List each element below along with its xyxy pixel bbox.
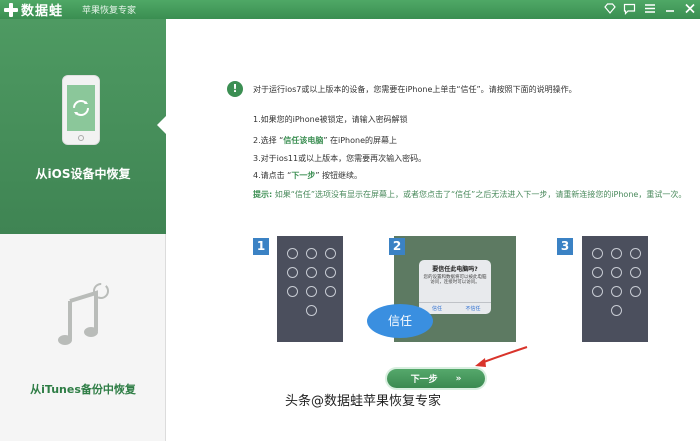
- music-refresh-icon: [58, 283, 109, 345]
- phone-refresh-icon: [62, 75, 100, 145]
- red-arrow-icon: [475, 346, 528, 367]
- step-2: 2.选择 “信任该电脑” 在iPhone的屏幕上: [253, 136, 398, 145]
- minimize-icon[interactable]: [663, 2, 676, 15]
- window-controls: [603, 2, 696, 15]
- app-logo: 数据蛙: [4, 1, 64, 19]
- app-name: 数据蛙: [21, 4, 64, 19]
- phone-screenshot-3: [582, 236, 648, 342]
- sidebar-item-label: 从iOS设备中恢复: [35, 167, 131, 181]
- step-number-badge: 1: [253, 238, 269, 255]
- title-bar: 数据蛙 苹果恢复专家: [0, 0, 700, 19]
- instruction-intro: 对于运行ios7或以上版本的设备，您需要在iPhone上单击“信任”。请按照下面…: [253, 85, 577, 94]
- exclamation-icon: !: [227, 81, 243, 97]
- watermark: 头条@数据蛙苹果恢复专家: [285, 394, 442, 409]
- tip-text: 提示: 如果“信任”选项没有显示在屏幕上，或者您点击了“信任”之后无法进入下一步…: [253, 190, 687, 199]
- step-4: 4.请点击 “下一步” 按钮继续。: [253, 171, 363, 180]
- chat-icon[interactable]: [623, 2, 636, 15]
- main-panel: ! 对于运行ios7或以上版本的设备，您需要在iPhone上单击“信任”。请按照…: [167, 19, 700, 441]
- app-subtitle: 苹果恢复专家: [82, 6, 137, 16]
- logo-cross-icon: [4, 2, 18, 17]
- next-button[interactable]: 下一步 »: [387, 369, 485, 388]
- trust-callout-bubble: 信任: [367, 304, 433, 338]
- dialog-dont-trust-button: 不信任: [465, 306, 481, 312]
- trust-dialog: 要信任此电脑吗? 您的设置和数据将可以被此电脑访问，连接时可以访问。 信任 不信…: [419, 260, 491, 314]
- step-number-badge: 2: [389, 238, 405, 255]
- close-icon[interactable]: [683, 2, 696, 15]
- menu-icon[interactable]: [643, 2, 656, 15]
- sidebar-item-ios-device[interactable]: 从iOS设备中恢复: [0, 19, 167, 234]
- next-button-label: 下一步: [410, 375, 438, 385]
- phone-screenshot-1: [277, 236, 343, 342]
- sidebar: 从iOS设备中恢复 从iTunes备份中恢复: [0, 19, 167, 441]
- sidebar-item-label: 从iTunes备份中恢复: [30, 383, 136, 396]
- diamond-icon[interactable]: [603, 2, 616, 15]
- double-chevron-right-icon: »: [455, 373, 462, 384]
- step-1: 1.如果您的iPhone被锁定，请输入密码解锁: [253, 115, 408, 124]
- step-number-badge: 3: [557, 238, 573, 255]
- step-3: 3.对于ios11或以上版本，您需要再次输入密码。: [253, 154, 427, 163]
